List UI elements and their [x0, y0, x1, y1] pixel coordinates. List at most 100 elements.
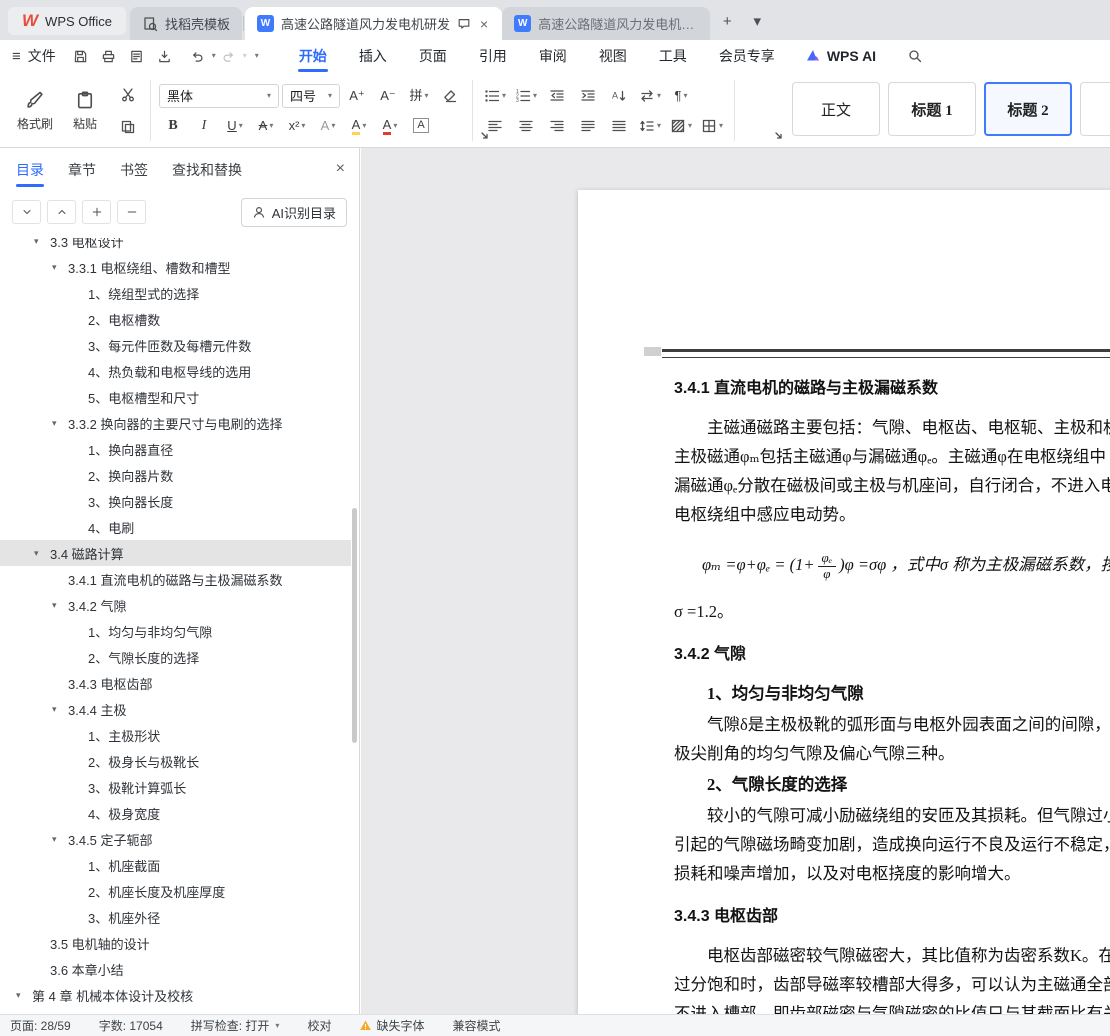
- undo-icon[interactable]: [185, 45, 210, 68]
- navigation-tab[interactable]: 目录: [16, 148, 44, 192]
- number-list-button[interactable]: 1 2 3 ▾: [512, 84, 540, 108]
- save-icon[interactable]: [68, 45, 93, 68]
- copy-icon[interactable]: [114, 115, 142, 139]
- close-tab-icon[interactable]: ×: [478, 16, 490, 32]
- collapse-arrow-icon[interactable]: ▾: [34, 548, 50, 559]
- asian-layout-button[interactable]: ▾: [636, 84, 664, 108]
- menu-tab[interactable]: 视图: [583, 40, 643, 72]
- style-preset[interactable]: [1080, 82, 1110, 136]
- collapse-arrow-icon[interactable]: ▾: [52, 600, 68, 611]
- clear-format-button[interactable]: [436, 84, 464, 108]
- style-preset[interactable]: 标题 1: [888, 82, 976, 136]
- outline-item[interactable]: 2、机座长度及机座厚度: [0, 878, 351, 904]
- spellcheck-toggle[interactable]: 拼写检查: 打开 ▾: [191, 1017, 280, 1034]
- outline-item[interactable]: 1、均匀与非均匀气隙: [0, 618, 351, 644]
- outline-item[interactable]: 1、主极形状: [0, 722, 351, 748]
- outline-item[interactable]: 1、换向器直径: [0, 436, 351, 462]
- menu-tab[interactable]: 开始: [283, 40, 343, 72]
- highlight-color-button[interactable]: A ▾: [345, 114, 373, 138]
- wps-home-button[interactable]: W WPS Office: [8, 7, 126, 35]
- format-painter-button[interactable]: 格式刷: [10, 78, 60, 143]
- outline-item[interactable]: 3、机座外径: [0, 904, 351, 930]
- comment-icon[interactable]: [457, 17, 471, 31]
- line-spacing-button[interactable]: ▾: [636, 114, 664, 138]
- template-search-tab[interactable]: 找稻壳模板: [130, 7, 243, 40]
- outline-item[interactable]: 3、每元件匝数及每槽元件数: [0, 332, 351, 358]
- outline-item[interactable]: ▾ 3.3.1 电枢绕组、槽数和槽型: [0, 254, 351, 280]
- collapse-all-button[interactable]: [47, 200, 76, 224]
- close-pane-icon[interactable]: ×: [336, 160, 345, 178]
- outline-item[interactable]: ▾ 3.3.2 换向器的主要尺寸与电刷的选择: [0, 410, 351, 436]
- print-preview-icon[interactable]: [124, 45, 149, 68]
- outline-item[interactable]: 3、换向器长度: [0, 488, 351, 514]
- style-preset[interactable]: 正文: [792, 82, 880, 136]
- menu-tab[interactable]: 工具: [643, 40, 703, 72]
- redo-dropdown-icon[interactable]: ▾: [243, 52, 247, 60]
- outline-item[interactable]: 4、热负载和电枢导线的选用: [0, 358, 351, 384]
- menu-tab[interactable]: 引用: [463, 40, 523, 72]
- outline-item[interactable]: ▾ 3.3 电枢设计: [0, 238, 351, 254]
- expand-level-button[interactable]: [82, 200, 111, 224]
- outline-item[interactable]: 4、电刷: [0, 514, 351, 540]
- decrease-indent-button[interactable]: [543, 84, 571, 108]
- outline-item[interactable]: 2、电枢槽数: [0, 306, 351, 332]
- superscript-button[interactable]: x² ▾: [283, 114, 311, 138]
- style-preset[interactable]: 标题 2: [984, 82, 1072, 136]
- menu-tab[interactable]: 会员专享: [703, 40, 791, 72]
- document-page[interactable]: 3.4.1 直流电机的磁路与主极漏磁系数 主磁通磁路主要包括：气隙、电枢齿、电枢轭…: [578, 190, 1110, 1014]
- proofread-button[interactable]: 校对: [307, 1017, 331, 1034]
- outline-item[interactable]: 2、极身长与极靴长: [0, 748, 351, 774]
- align-center-button[interactable]: [512, 114, 540, 138]
- cut-icon[interactable]: [114, 83, 142, 107]
- bold-button[interactable]: B: [159, 114, 187, 138]
- outline-item[interactable]: 4、极身宽度: [0, 800, 351, 826]
- bullet-list-button[interactable]: ▾: [481, 84, 509, 108]
- sidebar-scrollbar[interactable]: [352, 508, 357, 743]
- export-icon[interactable]: [152, 45, 177, 68]
- font-color-button[interactable]: A ▾: [376, 114, 404, 138]
- collapse-arrow-icon[interactable]: ▾: [16, 990, 32, 1001]
- collapse-arrow-icon[interactable]: ▾: [52, 262, 68, 273]
- italic-button[interactable]: I: [190, 114, 218, 138]
- redo-icon[interactable]: [216, 45, 241, 68]
- collapse-arrow-icon[interactable]: ▾: [52, 704, 68, 715]
- collapse-arrow-icon[interactable]: ▾: [52, 418, 68, 429]
- page-indicator[interactable]: 页面: 28/59: [10, 1017, 71, 1034]
- borders-button[interactable]: ▾: [698, 114, 726, 138]
- paragraph-dialog-launcher-icon[interactable]: [772, 129, 784, 141]
- tab-list-dropdown-icon[interactable]: ▾: [744, 8, 770, 34]
- outline-item[interactable]: ▾ 3.4 磁路计算: [0, 540, 351, 566]
- outline-item[interactable]: ▾ 3.4.4 主极: [0, 696, 351, 722]
- outline-item[interactable]: 3.4.1 直流电机的磁路与主极漏磁系数: [0, 566, 351, 592]
- navigation-tab[interactable]: 查找和替换: [172, 148, 242, 192]
- align-right-button[interactable]: [543, 114, 571, 138]
- outline-item[interactable]: 2、气隙长度的选择: [0, 644, 351, 670]
- menu-tab[interactable]: 插入: [343, 40, 403, 72]
- print-icon[interactable]: [96, 45, 121, 68]
- customize-toolbar-icon[interactable]: ▾: [255, 52, 259, 60]
- text-effects-button[interactable]: A ▾: [314, 114, 342, 138]
- missing-font-warning[interactable]: 缺失字体: [359, 1017, 424, 1034]
- outline-item[interactable]: 3、极靴计算弧长: [0, 774, 351, 800]
- new-tab-button[interactable]: +: [714, 8, 740, 34]
- underline-button[interactable]: U ▾: [221, 114, 249, 138]
- align-disperse-button[interactable]: [605, 114, 633, 138]
- paste-button[interactable]: 粘贴: [60, 78, 110, 143]
- collapse-arrow-icon[interactable]: ▾: [52, 834, 68, 845]
- file-menu-button[interactable]: ≡ 文件: [12, 46, 56, 66]
- menu-tab[interactable]: 页面: [403, 40, 463, 72]
- word-count[interactable]: 字数: 17054: [99, 1017, 163, 1034]
- collapse-arrow-icon[interactable]: ▾: [34, 238, 50, 247]
- document-tab-inactive[interactable]: W 高速公路隧道风力发电机研发设计 说: [502, 7, 711, 40]
- outline-item[interactable]: ▾ 第 4 章 机械本体设计及校核: [0, 982, 351, 1008]
- strikethrough-button[interactable]: A ▾: [252, 114, 280, 138]
- outline-item[interactable]: 1、机座截面: [0, 852, 351, 878]
- compat-mode-indicator[interactable]: 兼容模式: [452, 1017, 500, 1034]
- navigation-tab[interactable]: 书签: [120, 148, 148, 192]
- outline-item[interactable]: 3.5 电机轴的设计: [0, 930, 351, 956]
- increase-indent-button[interactable]: [574, 84, 602, 108]
- navigation-tab[interactable]: 章节: [68, 148, 96, 192]
- ai-recognize-toc-button[interactable]: AI识别目录: [240, 197, 347, 227]
- outline-item[interactable]: 3.4.3 电枢齿部: [0, 670, 351, 696]
- collapse-level-button[interactable]: [117, 200, 146, 224]
